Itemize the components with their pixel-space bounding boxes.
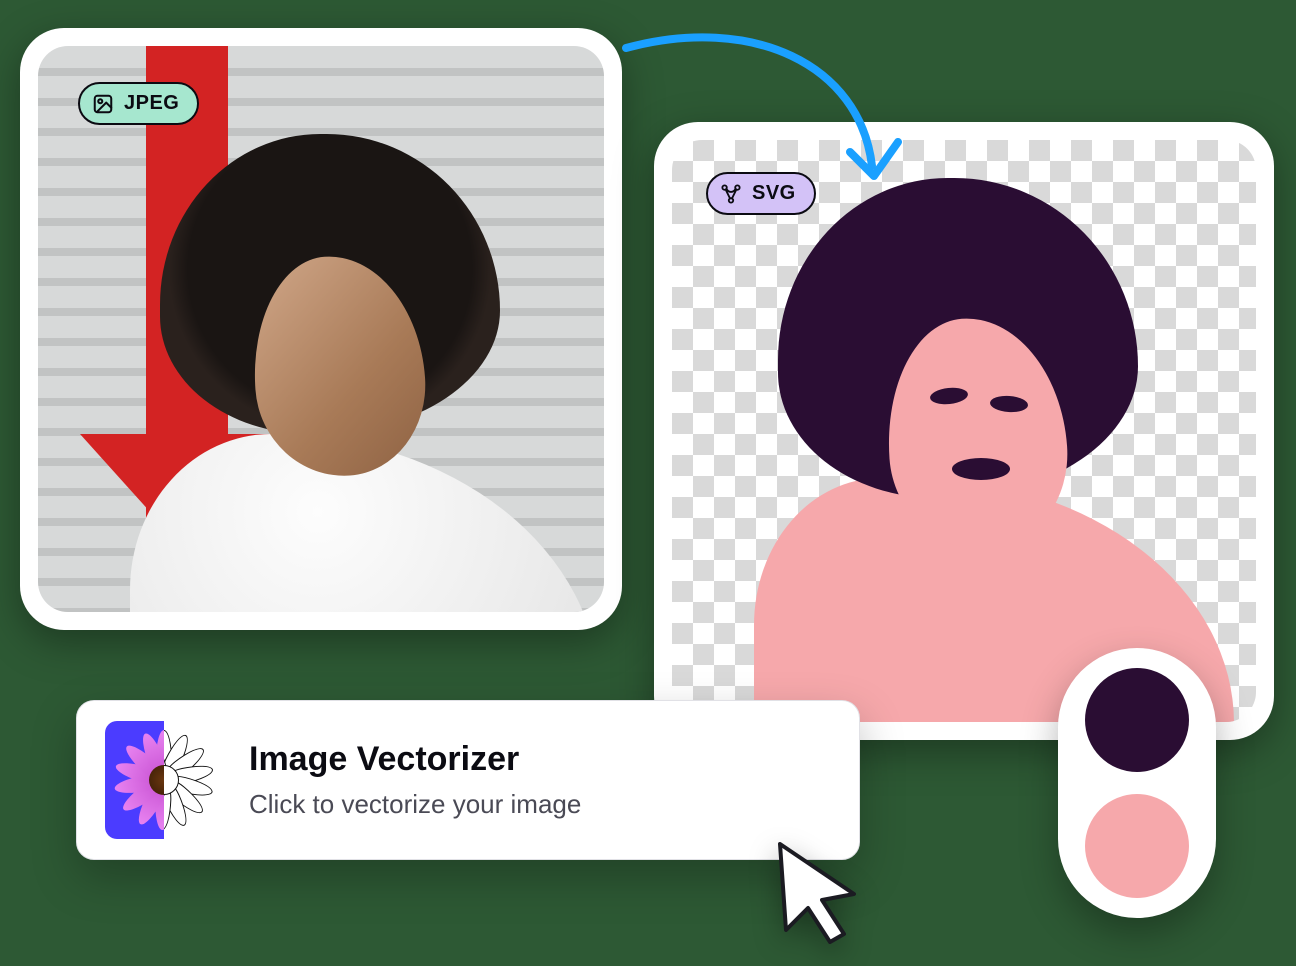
photo-subject <box>130 134 590 612</box>
source-jpeg-card: JPEG <box>20 28 622 630</box>
palette-swatch-pink[interactable] <box>1085 794 1189 898</box>
result-svg-card: SVG <box>654 122 1274 740</box>
svg-badge-label: SVG <box>752 182 796 205</box>
image-vectorizer-button[interactable]: Image Vectorizer Click to vectorize your… <box>76 700 860 860</box>
vectorizer-subtitle: Click to vectorize your image <box>249 789 581 820</box>
image-icon <box>92 93 114 115</box>
pointer-cursor-icon <box>772 838 868 948</box>
result-svg-canvas: SVG <box>672 140 1256 722</box>
vectorizer-title: Image Vectorizer <box>249 740 581 779</box>
vectorizer-text: Image Vectorizer Click to vectorize your… <box>249 740 581 820</box>
svg-format-badge: SVG <box>706 172 816 215</box>
flower-half-vector-icon <box>105 721 223 839</box>
vector-pen-icon <box>720 183 742 205</box>
palette-swatch-dark[interactable] <box>1085 668 1189 772</box>
jpeg-format-badge: JPEG <box>78 82 199 125</box>
jpeg-badge-label: JPEG <box>124 92 179 115</box>
color-palette <box>1058 648 1216 918</box>
source-jpeg-image: JPEG <box>38 46 604 612</box>
vector-subject <box>734 178 1234 718</box>
